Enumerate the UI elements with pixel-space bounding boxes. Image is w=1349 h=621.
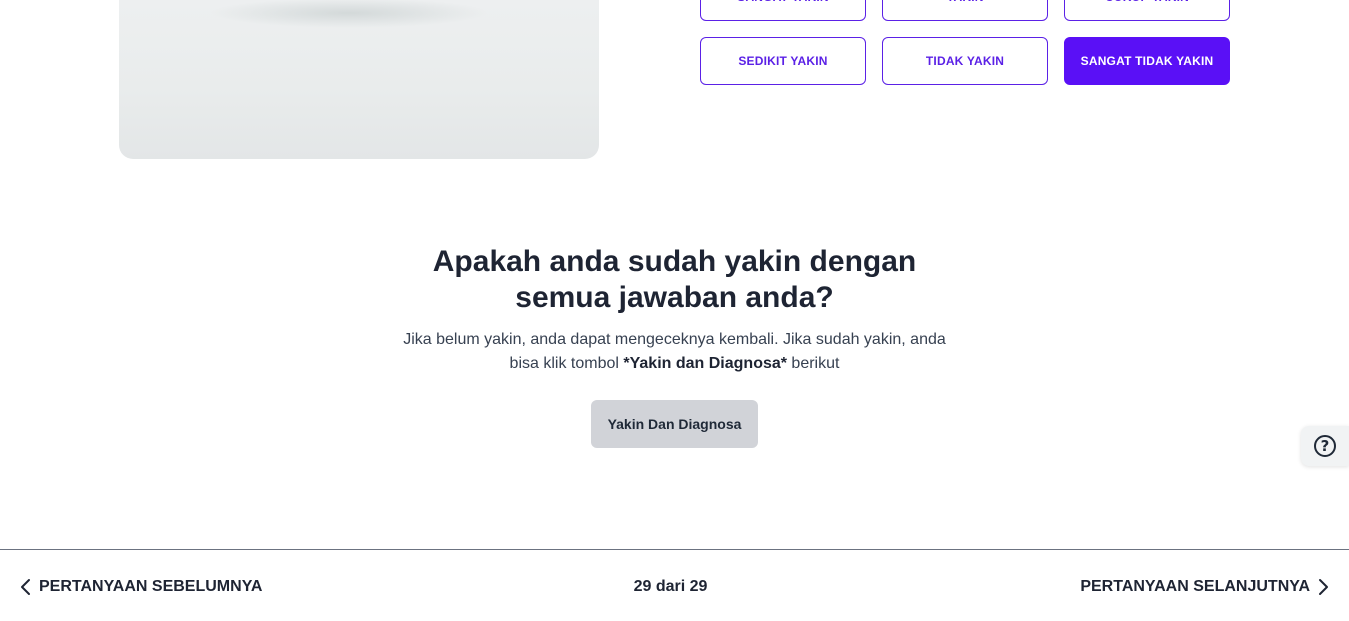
answer-row-2: SEDIKIT YAKIN TIDAK YAKIN SANGAT TIDAK Y… <box>700 37 1230 85</box>
next-question-button[interactable]: PERTANYAAN SELANJUTNYA <box>1080 577 1329 597</box>
footer-nav: PERTANYAAN SEBELUMNYA 29 dari 29 PERTANY… <box>0 549 1349 621</box>
next-question-label: PERTANYAAN SELANJUTNYA <box>1080 578 1310 595</box>
image-shadow <box>209 0 489 28</box>
answer-row-1: SANGAT YAKIN YAKIN CUKUP YAKIN <box>700 0 1230 21</box>
confirm-desc-suffix: berikut <box>786 355 840 372</box>
chevron-right-icon <box>1319 579 1328 595</box>
confirm-section: Apakah anda sudah yakin dengan semua jaw… <box>0 244 1349 448</box>
answer-tidak-yakin-button[interactable]: TIDAK YAKIN <box>882 37 1048 85</box>
confirm-description: Jika belum yakin, anda dapat mengeceknya… <box>395 328 955 376</box>
yakin-dan-diagnosa-button[interactable]: Yakin Dan Diagnosa <box>591 400 758 448</box>
page: SANGAT YAKIN YAKIN CUKUP YAKIN SEDIKIT Y… <box>0 0 1349 621</box>
help-circle-icon: ? <box>1314 435 1336 457</box>
answer-yakin-button[interactable]: YAKIN <box>882 0 1048 21</box>
help-button[interactable]: ? <box>1301 426 1349 466</box>
confirm-title: Apakah anda sudah yakin dengan semua jaw… <box>432 245 917 314</box>
question-image <box>119 0 599 159</box>
answer-sedikit-yakin-button[interactable]: SEDIKIT YAKIN <box>700 37 866 85</box>
answer-sangat-tidak-yakin-button[interactable]: SANGAT TIDAK YAKIN <box>1064 37 1230 85</box>
confirm-desc-bold: *Yakin dan Diagnosa* <box>623 355 787 372</box>
answer-sangat-yakin-button[interactable]: SANGAT YAKIN <box>700 0 866 21</box>
answer-cukup-yakin-button[interactable]: CUKUP YAKIN <box>1064 0 1230 21</box>
